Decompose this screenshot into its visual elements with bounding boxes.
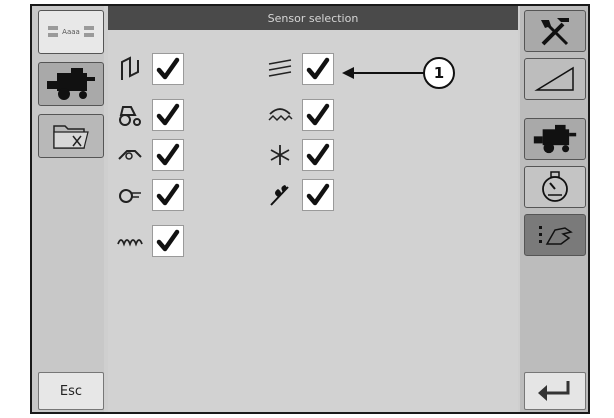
sensor-checkbox[interactable] xyxy=(152,53,184,85)
ramp-triangle-icon xyxy=(534,66,574,91)
checkmark-icon xyxy=(156,143,180,166)
layout-label: Aaaa xyxy=(62,28,80,36)
harvester-button[interactable] xyxy=(524,118,586,160)
spreader-sensor-icon xyxy=(262,141,298,169)
sensor-checkbox[interactable] xyxy=(152,179,184,211)
feeder-sensor-icon xyxy=(112,55,148,83)
engine-button[interactable] xyxy=(524,166,586,208)
sensor-checkbox[interactable] xyxy=(152,225,184,257)
sensor-item[interactable] xyxy=(112,138,202,172)
folder-settings-button[interactable] xyxy=(38,114,104,158)
sensor-list-area xyxy=(108,30,518,412)
checkmark-icon xyxy=(306,103,330,126)
sensor-item[interactable] xyxy=(262,138,352,172)
callout-arrow xyxy=(342,67,424,79)
sensor-item[interactable] xyxy=(262,178,352,212)
ramp-button[interactable] xyxy=(524,58,586,100)
auger-sensor-icon xyxy=(112,227,148,255)
sensor-item[interactable] xyxy=(112,178,202,212)
machine-button[interactable] xyxy=(38,62,104,106)
checkmark-icon xyxy=(156,229,180,252)
folder-settings-icon xyxy=(53,125,89,149)
sensor-item[interactable] xyxy=(112,98,202,132)
enter-button[interactable] xyxy=(524,372,586,410)
enter-arrow-icon xyxy=(538,381,570,401)
tools-button[interactable] xyxy=(524,10,586,52)
checkmark-icon xyxy=(156,103,180,126)
esc-button[interactable]: Esc xyxy=(38,372,104,410)
sensor-checkbox[interactable] xyxy=(302,53,334,85)
checkmark-icon xyxy=(306,183,330,206)
sensor-checkbox[interactable] xyxy=(152,99,184,131)
callout-marker: 1 xyxy=(423,57,455,89)
grain-sensor-icon xyxy=(262,181,298,209)
chopper-sensor-icon xyxy=(262,101,298,129)
rotor-sensor-icon xyxy=(112,181,148,209)
checkmark-icon xyxy=(306,57,330,80)
sensor-checkbox[interactable] xyxy=(302,179,334,211)
sensor-item[interactable] xyxy=(262,98,352,132)
checkmark-icon xyxy=(156,57,180,80)
tractor-sensor-icon xyxy=(112,101,148,129)
chain-sensor-icon xyxy=(112,141,148,169)
sensor-item[interactable] xyxy=(112,52,202,86)
straw-walker-sensor-icon xyxy=(262,55,298,83)
tools-icon xyxy=(541,18,569,46)
hand-settings-icon xyxy=(539,226,573,245)
sensor-checkbox[interactable] xyxy=(152,139,184,171)
sensor-item[interactable] xyxy=(262,52,352,86)
sensor-checkbox[interactable] xyxy=(302,139,334,171)
hand-settings-button[interactable] xyxy=(524,214,586,256)
layout-button[interactable]: Aaaa xyxy=(38,10,104,54)
sensor-item[interactable] xyxy=(112,224,202,258)
page-layout-icon: Aaaa xyxy=(47,25,95,39)
checkmark-icon xyxy=(156,183,180,206)
combine-harvester-icon xyxy=(47,68,95,100)
checkmark-icon xyxy=(306,143,330,166)
engine-gauge-icon xyxy=(542,171,568,202)
sensor-checkbox[interactable] xyxy=(302,99,334,131)
combine-harvester-icon xyxy=(533,124,577,154)
page-title: Sensor selection xyxy=(108,6,518,30)
